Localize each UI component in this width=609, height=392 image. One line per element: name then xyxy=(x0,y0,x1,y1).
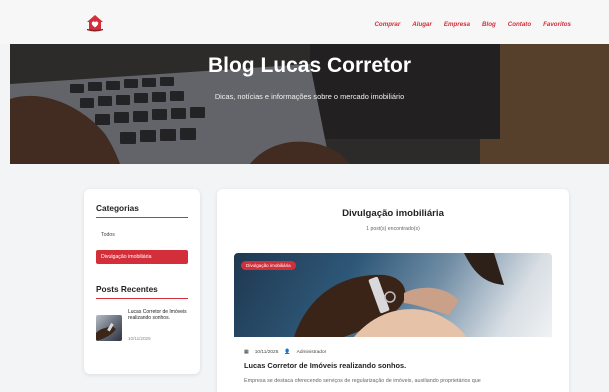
categories-divider xyxy=(96,217,188,218)
post-category-badge[interactable]: Divulgação imobiliária xyxy=(241,261,296,270)
nav-blog[interactable]: Blog xyxy=(482,21,496,28)
nav-empresa[interactable]: Empresa xyxy=(444,21,470,28)
post-meta: ▦ 10/11/2025 👤 Administrador xyxy=(244,349,326,355)
categories-heading: Categorias xyxy=(96,203,139,213)
main-nav: Comprar Alugar Empresa Blog Contato Favo… xyxy=(374,21,571,28)
recent-posts-divider xyxy=(96,298,188,299)
category-divulgacao-imobiliaria[interactable]: Divulgação imobiliária xyxy=(96,250,188,264)
category-title: Divulgação imobiliária xyxy=(342,208,444,219)
post-author: Administrador xyxy=(296,349,327,355)
nav-contato[interactable]: Contato xyxy=(508,21,531,28)
post-title[interactable]: Lucas Corretor de Imóveis realizando son… xyxy=(244,361,406,370)
hero-subtitle: Dicas, notícias e informações sobre o me… xyxy=(214,92,405,101)
top-navbar: Comprar Alugar Empresa Blog Contato Favo… xyxy=(0,0,609,44)
recent-post-title[interactable]: Lucas Corretor de Imóveis realizando son… xyxy=(128,309,188,322)
nav-alugar[interactable]: Alugar xyxy=(412,21,432,28)
hero-banner: Blog Lucas Corretor Dicas, notícias e in… xyxy=(10,44,609,164)
recent-posts-heading: Posts Recentes xyxy=(96,284,158,294)
post-count: 1 post(s) encontrado(s) xyxy=(366,226,420,232)
nav-favoritos[interactable]: Favoritos xyxy=(543,21,571,28)
house-heart-logo-icon[interactable] xyxy=(85,14,105,32)
calendar-icon: ▦ xyxy=(244,349,249,355)
post-excerpt: Empresa se destaca oferecendo serviços d… xyxy=(244,378,481,384)
recent-post-thumbnail[interactable] xyxy=(96,315,122,341)
category-todos[interactable]: Todos xyxy=(101,232,115,238)
hero-title: Blog Lucas Corretor xyxy=(207,54,412,77)
recent-post-date: 10/11/2025 xyxy=(128,336,151,341)
post-date: 10/11/2025 xyxy=(254,349,279,355)
nav-comprar[interactable]: Comprar xyxy=(374,21,400,28)
posts-panel: Divulgação imobiliária 1 post(s) encontr… xyxy=(217,189,569,392)
blog-sidebar: Categorias Todos Divulgação imobiliária … xyxy=(84,189,200,374)
user-icon: 👤 xyxy=(284,349,291,355)
